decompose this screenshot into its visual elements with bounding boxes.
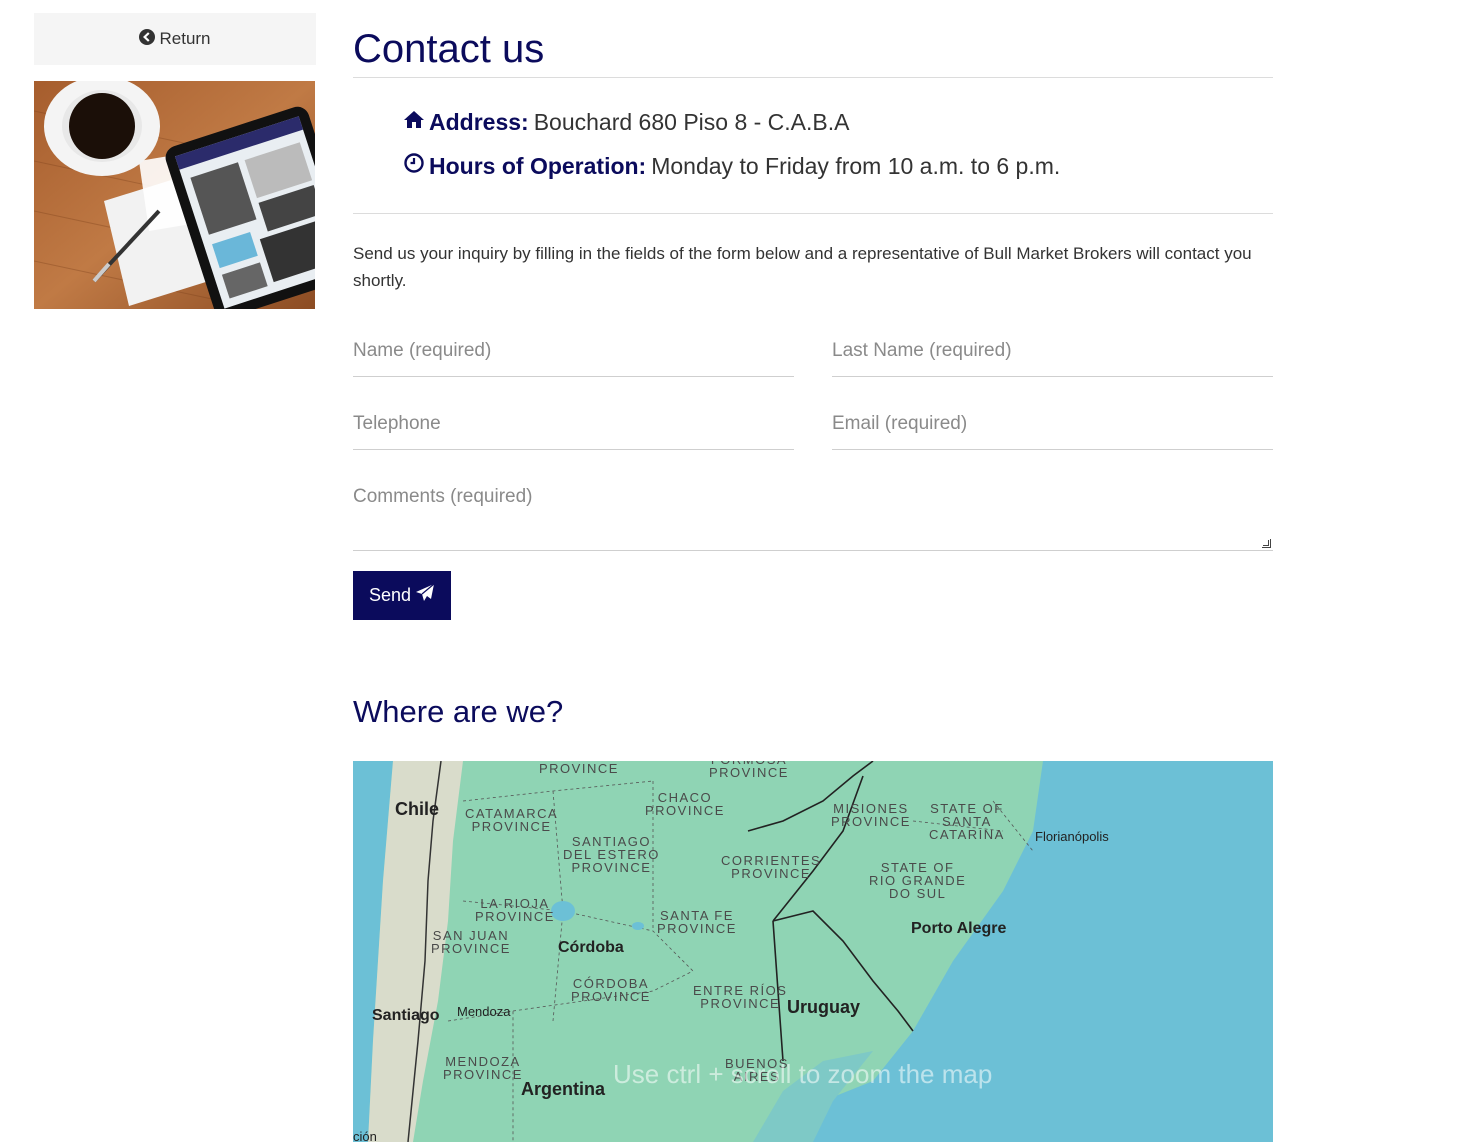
map[interactable]: PROVINCE FORMOSA PROVINCE CHACO PROVINCE… bbox=[353, 761, 1273, 1142]
map-region-label: SANTA FE PROVINCE bbox=[657, 908, 737, 936]
email-input[interactable] bbox=[832, 413, 1273, 435]
map-region-label: SANTIAGO DEL ESTERO PROVINCE bbox=[563, 834, 660, 875]
map-city-label: Santiago bbox=[372, 1007, 440, 1024]
telephone-input[interactable] bbox=[353, 413, 794, 435]
map-region-label: MENDOZA PROVINCE bbox=[443, 1054, 523, 1082]
send-label: Send bbox=[369, 585, 412, 605]
form-row-contact bbox=[353, 413, 1273, 450]
map-city-label: Córdoba bbox=[558, 939, 624, 956]
name-field-wrapper bbox=[353, 340, 794, 377]
lastname-field-wrapper bbox=[832, 340, 1273, 377]
map-country-label: Chile bbox=[395, 799, 440, 819]
email-field-wrapper bbox=[832, 413, 1273, 450]
address-value: Bouchard 680 Piso 8 - C.A.B.A bbox=[533, 109, 850, 135]
address-label: Address: bbox=[429, 109, 529, 135]
lastname-input[interactable] bbox=[832, 340, 1273, 362]
hours-row: Hours of Operation: Monday to Friday fro… bbox=[403, 152, 1273, 180]
map-region-label: STATE OF SANTA CATARINA bbox=[929, 801, 1005, 842]
map-region-label: CATAMARCA PROVINCE bbox=[465, 806, 559, 834]
paper-plane-icon bbox=[415, 583, 435, 608]
map-region-label: LA RIOJA PROVINCE bbox=[475, 896, 555, 924]
comments-field-wrapper bbox=[353, 486, 1273, 551]
office-desk-photo bbox=[34, 81, 315, 309]
form-row-names bbox=[353, 340, 1273, 377]
return-button[interactable]: Return bbox=[34, 13, 316, 65]
map-country-label: Uruguay bbox=[787, 997, 861, 1017]
map-region-label: CÓRDOBA PROVINCE bbox=[571, 976, 651, 1004]
map-city-label: ción bbox=[353, 1129, 377, 1142]
contact-info: Address: Bouchard 680 Piso 8 - C.A.B.A H… bbox=[353, 78, 1273, 213]
telephone-field-wrapper bbox=[353, 413, 794, 450]
map-city-label: Mendoza bbox=[457, 1004, 511, 1019]
send-button[interactable]: Send bbox=[353, 571, 452, 620]
map-region-label: SAN JUAN PROVINCE bbox=[431, 928, 511, 956]
sidebar: Return bbox=[34, 13, 316, 309]
divider bbox=[353, 213, 1273, 214]
map-region-label: CORRIENTES PROVINCE bbox=[721, 853, 822, 881]
map-region-label: PROVINCE bbox=[539, 761, 619, 776]
home-icon bbox=[403, 108, 429, 136]
intro-text: Send us your inquiry by filling in the f… bbox=[353, 244, 1252, 290]
page-title: Contact us bbox=[353, 27, 545, 71]
address-row: Address: Bouchard 680 Piso 8 - C.A.B.A bbox=[403, 108, 1273, 136]
hours-label: Hours of Operation: bbox=[429, 153, 647, 179]
map-city-label: Porto Alegre bbox=[911, 920, 1007, 937]
map-region-label: STATE OF RIO GRANDE DO SUL bbox=[869, 860, 967, 901]
return-label: Return bbox=[159, 29, 211, 48]
map-zoom-hint: Use ctrl + scroll to zoom the map bbox=[613, 1059, 993, 1089]
map-country-label: Argentina bbox=[521, 1079, 606, 1099]
map-region-label: ENTRE RÍOS PROVINCE bbox=[693, 983, 788, 1011]
map-region-label: FORMOSA PROVINCE bbox=[709, 761, 789, 780]
main-content: Contact us Address: Bouchard 680 Piso 8 … bbox=[353, 0, 1273, 730]
map-region-label: CHACO PROVINCE bbox=[645, 790, 725, 818]
arrow-left-circle-icon bbox=[139, 28, 156, 50]
map-region-label: MISIONES PROVINCE bbox=[831, 801, 911, 829]
map-city-label: Florianópolis bbox=[1035, 829, 1109, 844]
clock-icon bbox=[403, 152, 429, 180]
name-input[interactable] bbox=[353, 340, 794, 362]
location-title: Where are we? bbox=[353, 694, 564, 729]
comments-textarea[interactable] bbox=[353, 486, 1273, 546]
hours-value: Monday to Friday from 10 a.m. to 6 p.m. bbox=[651, 153, 1061, 179]
resize-handle[interactable] bbox=[1262, 539, 1271, 548]
